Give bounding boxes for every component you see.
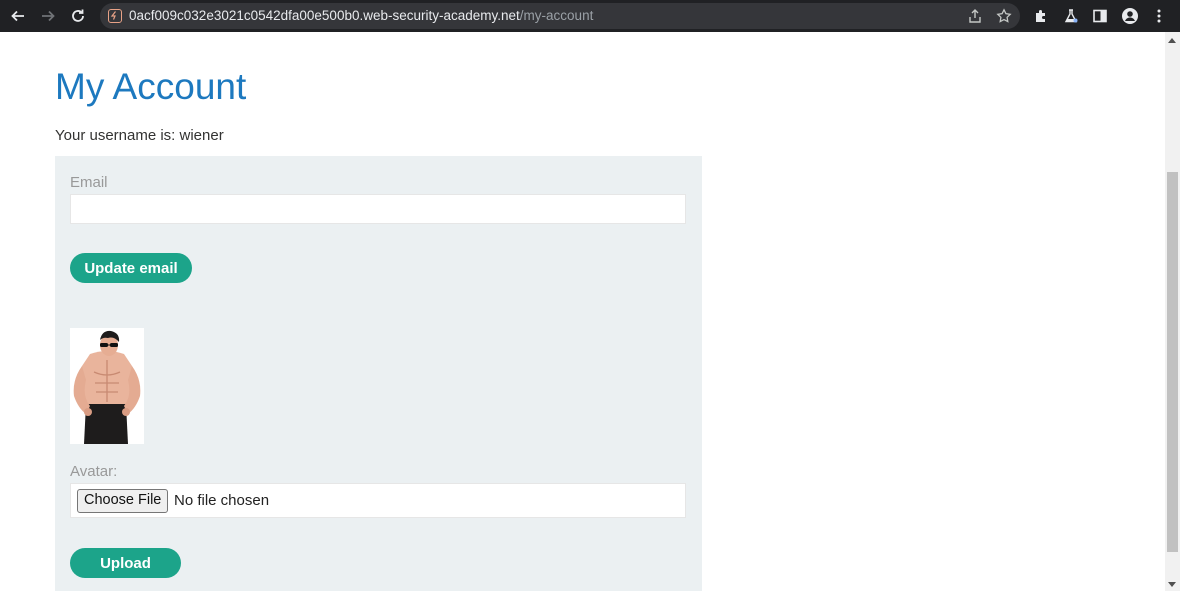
menu-kebab-icon[interactable] — [1148, 5, 1170, 27]
forward-arrow-icon[interactable] — [36, 4, 60, 28]
scroll-down-arrow-icon[interactable] — [1168, 582, 1176, 587]
side-panel-icon[interactable] — [1089, 5, 1111, 27]
update-email-button[interactable]: Update email — [70, 253, 192, 283]
page-viewport: My Account Your username is: wiener Emai… — [0, 32, 1165, 591]
scroll-up-arrow-icon[interactable] — [1168, 38, 1176, 43]
vertical-scrollbar[interactable] — [1165, 32, 1180, 591]
extensions-puzzle-icon[interactable] — [1030, 5, 1052, 27]
address-bar-url[interactable]: 0acf009c032e3021c0542dfa00e500b0.web-sec… — [129, 8, 593, 24]
account-settings-panel: Email Update email Avatar: Choose File N… — [55, 156, 702, 591]
file-status-text: No file chosen — [174, 492, 270, 509]
url-path: /my-account — [519, 8, 594, 23]
username-text: Your username is: wiener — [55, 127, 224, 144]
choose-file-button[interactable]: Choose File — [77, 489, 169, 513]
browser-toolbar: 0acf009c032e3021c0542dfa00e500b0.web-sec… — [0, 0, 1180, 32]
email-input[interactable] — [70, 194, 686, 224]
address-bar[interactable]: 0acf009c032e3021c0542dfa00e500b0.web-sec… — [100, 3, 1020, 29]
reload-icon[interactable] — [66, 4, 90, 28]
labs-flask-icon[interactable] — [1060, 5, 1082, 27]
share-icon[interactable] — [966, 7, 984, 25]
avatar-label: Avatar: — [70, 463, 118, 480]
bookmark-star-icon[interactable] — [995, 7, 1013, 25]
page-title: My Account — [55, 66, 247, 107]
upload-button[interactable]: Upload — [70, 548, 181, 578]
email-label: Email — [70, 174, 108, 191]
site-security-icon[interactable] — [108, 9, 122, 23]
avatar-image — [70, 328, 144, 444]
profile-icon[interactable] — [1119, 5, 1141, 27]
scrollbar-thumb[interactable] — [1167, 172, 1178, 552]
avatar-file-input[interactable]: Choose File No file chosen — [70, 483, 686, 518]
url-host: 0acf009c032e3021c0542dfa00e500b0.web-sec… — [129, 8, 520, 23]
back-arrow-icon[interactable] — [6, 4, 30, 28]
